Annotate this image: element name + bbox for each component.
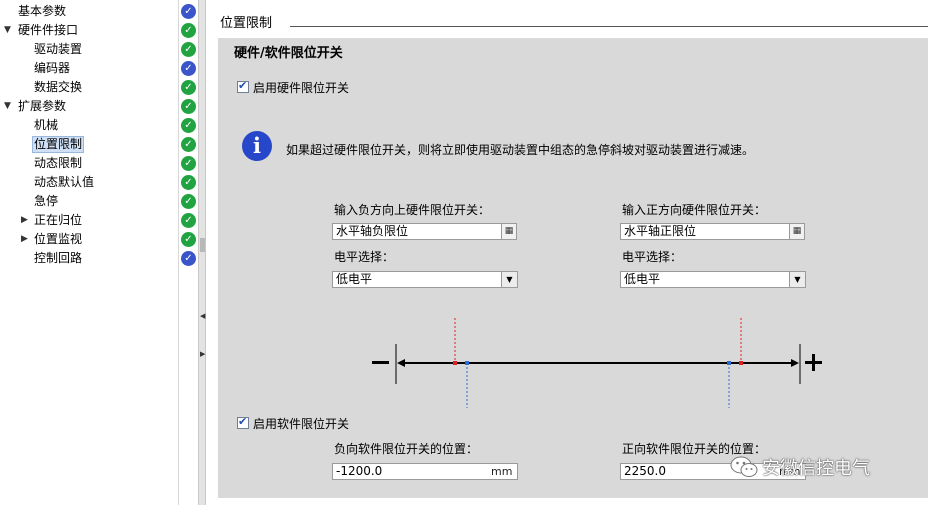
sw-limit-checkbox[interactable] [237,415,249,429]
hw-limit-checkbox[interactable] [237,79,249,93]
neg-sw-field[interactable]: -1200.0 mm [332,463,518,480]
tree-item[interactable]: ▼ 硬件件接口 [0,21,178,40]
check-ok-icon: ✓ [181,175,196,190]
expand-right-icon[interactable]: ▶ [200,350,205,358]
neg-hw-point [453,361,457,365]
tree-item-label: 动态限制 [34,156,83,170]
pos-level-value: 低电平 [624,272,661,286]
neg-hw-browse-button[interactable]: ▦ [501,223,517,240]
check-ok-icon: ✓ [181,156,196,171]
tree-item[interactable]: ▶ 正在归位 [0,211,178,230]
check-ok-icon: ✓ [181,213,196,228]
pos-hw-browse-button[interactable]: ▦ [789,223,805,240]
neg-hw-value: 水平轴负限位 [336,224,409,238]
tree-item-label: 位置监视 [34,232,83,246]
tree-item-label: 急停 [34,194,59,208]
check-ok-icon: ✓ [181,194,196,209]
watermark-text: 安徽信控电气 [762,458,870,479]
tree-item-label: 正在归位 [34,213,83,227]
neg-level-value: 低电平 [336,272,373,286]
neg-level-label: 电平选择： [334,250,395,264]
check-ok-icon: ✓ [181,80,196,95]
collapsed-arrow-icon[interactable]: ▶ [21,230,28,249]
neg-hw-field[interactable]: 水平轴负限位 [332,223,502,240]
axis-left-arrow [397,359,405,367]
chevron-down-icon[interactable]: ▼ [789,272,805,287]
tree-item[interactable]: 基本参数 [0,2,178,21]
pos-hw-value: 水平轴正限位 [624,224,697,238]
tree-item[interactable]: 控制回路 [0,249,178,268]
splitter-grip[interactable] [200,238,205,252]
limit-axis-diagram [372,318,822,408]
limit-switch-panel: 硬件/软件限位开关 启用硬件限位开关 i 如果超过硬件限位开关，则将立即使用驱动… [218,38,928,498]
tree-item[interactable]: 数据交换 [0,78,178,97]
status-column: ✓ ✓ ✓ ✓ ✓ ✓ ✓ ✓ ✓ ✓ ✓ ✓ ✓ ✓ [178,0,199,505]
watermark: 安徽信控电气 [730,452,920,482]
tree-item[interactable]: 动态默认值 [0,173,178,192]
tree-item[interactable]: 动态限制 [0,154,178,173]
info-icon: i [242,131,272,161]
tree-item[interactable]: 急停 [0,192,178,211]
panel-heading: 硬件/软件限位开关 [234,46,343,61]
neg-sw-value: -1200.0 [336,464,383,478]
tree-item-label: 硬件件接口 [18,23,79,37]
neg-sw-unit: mm [491,465,513,478]
tree-item-label: 控制回路 [34,251,83,265]
pos-hw-label: 输入正方向硬件限位开关： [622,203,767,217]
expanded-arrow-icon[interactable]: ▼ [4,21,11,40]
check-ok-icon: ✓ [181,42,196,57]
tree-item[interactable]: 编码器 [0,59,178,78]
pos-sw-point [727,361,731,365]
panel-splitter[interactable]: ◀ ▶ [198,0,206,505]
neg-sw-label: 负向软件限位开关的位置： [334,442,479,456]
check-ok-icon: ✓ [181,137,196,152]
check-ok-icon: ✓ [181,99,196,114]
hw-limit-label: 启用硬件限位开关 [253,81,350,95]
tree-item-label: 机械 [34,118,59,132]
check-info-icon: ✓ [181,251,196,266]
expanded-arrow-icon[interactable]: ▼ [4,97,11,116]
collapse-left-icon[interactable]: ◀ [200,312,205,320]
pos-sw-value: 2250.0 [624,464,666,478]
check-ok-icon: ✓ [181,23,196,38]
pos-hw-field[interactable]: 水平轴正限位 [620,223,790,240]
check-info-icon: ✓ [181,4,196,19]
neg-sw-point [465,361,469,365]
tree-item[interactable]: 位置限制 [0,135,178,154]
chevron-down-icon[interactable]: ▼ [501,272,517,287]
section-title: 位置限制 [220,16,273,31]
plus-icon-vertical [812,354,815,371]
tree-item-label: 驱动装置 [34,42,83,56]
neg-level-dropdown[interactable]: 低电平 ▼ [332,271,518,288]
info-text: 如果超过硬件限位开关，则将立即使用驱动装置中组态的急停斜坡对驱动装置进行减速。 [286,143,755,157]
check-ok-icon: ✓ [181,118,196,133]
tree-item[interactable]: ▼ 扩展参数 [0,97,178,116]
tree-item-label: 编码器 [34,61,71,75]
tree-item-label: 位置限制 [32,136,85,153]
navigation-tree: 基本参数 ▼ 硬件件接口驱动装置编码器数据交换 ▼ 扩展参数机械位置限制动态限制动态默认… [0,0,178,505]
tree-item[interactable]: 机械 [0,116,178,135]
minus-icon [372,361,389,364]
tree-item-label: 基本参数 [18,4,67,18]
tree-item[interactable]: 驱动装置 [0,40,178,59]
section-divider [290,26,928,27]
sw-limit-label: 启用软件限位开关 [253,417,350,431]
neg-hw-label: 输入负方向上硬件限位开关： [334,203,491,217]
axis-right-arrow [791,359,799,367]
tree-item[interactable]: ▶ 位置监视 [0,230,178,249]
check-info-icon: ✓ [181,61,196,76]
tree-item-label: 动态默认值 [34,175,95,189]
wechat-icon [730,456,758,477]
pos-level-dropdown[interactable]: 低电平 ▼ [620,271,806,288]
pos-hw-point [739,361,743,365]
tree-item-label: 数据交换 [34,80,83,94]
tree-item-label: 扩展参数 [18,99,67,113]
collapsed-arrow-icon[interactable]: ▶ [21,211,28,230]
pos-level-label: 电平选择： [622,250,683,264]
main-area: 位置限制 硬件/软件限位开关 启用硬件限位开关 i 如果超过硬件限位开关，则将立… [206,0,928,505]
check-ok-icon: ✓ [181,232,196,247]
